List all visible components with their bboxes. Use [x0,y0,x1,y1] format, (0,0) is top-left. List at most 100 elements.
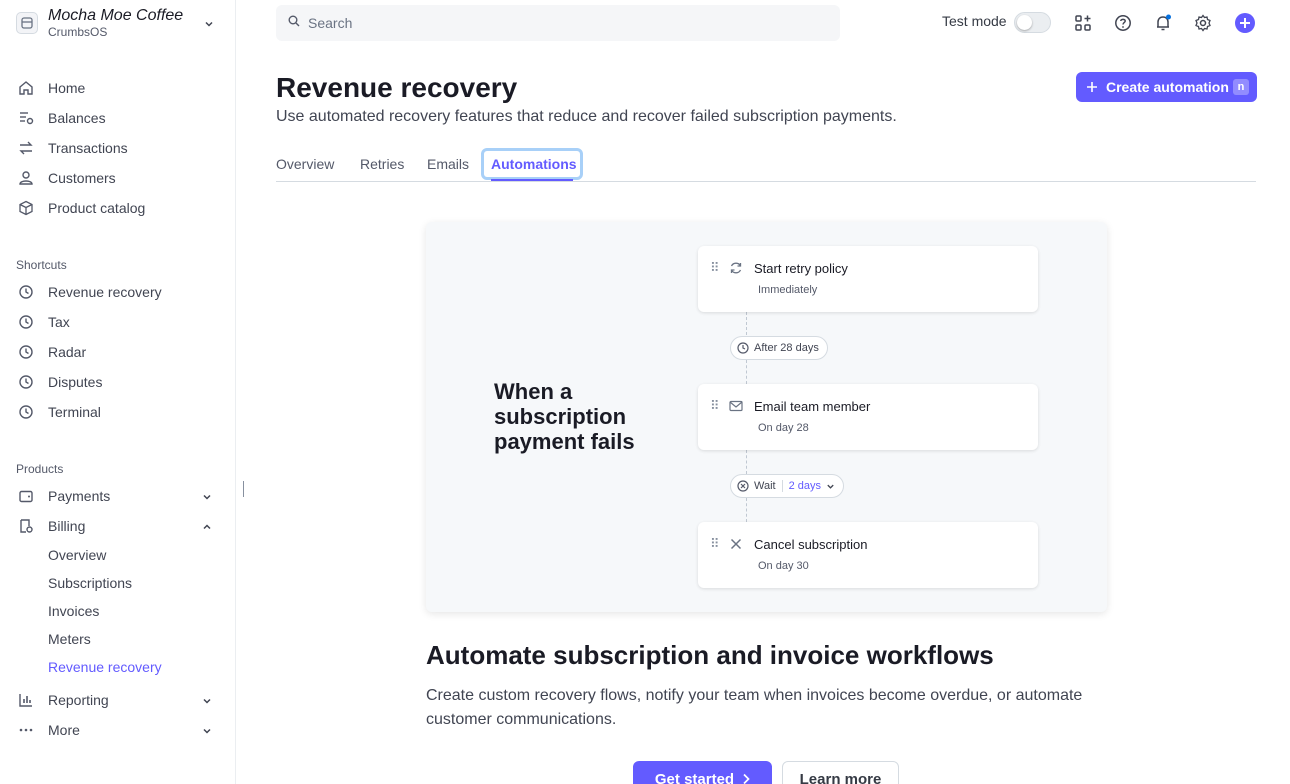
tab-bar: Overview Retries Emails Automations [276,148,1256,182]
automation-illustration: When a subscription payment fails ⠿ Star… [426,222,1107,612]
arrows-icon [16,138,36,158]
nav-transactions-label: Transactions [48,140,128,156]
flow-connector [746,360,747,384]
nav-transactions[interactable]: Transactions [16,134,220,162]
gear-icon[interactable] [1193,13,1213,33]
shortcut-radar[interactable]: Radar [16,338,220,366]
search-input[interactable] [308,15,808,31]
chevron-down-icon [202,489,212,505]
nav-customers[interactable]: Customers [16,164,220,192]
refresh-icon [728,260,744,276]
person-icon [16,168,36,188]
chevron-down-icon [826,482,835,491]
products-heading: Products [16,462,64,476]
nav-payments[interactable]: Payments [16,482,220,510]
step-card-cancel: ⠿ Cancel subscription On day 30 [698,522,1038,588]
account-switcher[interactable]: Mocha Moe Coffee CrumbsOS [16,4,220,42]
home-icon [16,78,36,98]
account-name: Mocha Moe Coffee [48,7,184,24]
tab-retries[interactable]: Retries [360,148,404,180]
search-bar[interactable] [276,5,840,41]
step-title: Cancel subscription [754,537,868,552]
billing-invoices[interactable]: Invoices [48,599,99,623]
nav-more-label: More [48,722,80,738]
shortcut-label: Disputes [48,374,103,390]
clock-icon [16,372,36,392]
step-title: Email team member [754,399,871,414]
flow-connector [746,450,747,474]
test-mode-label: Test mode [942,13,1007,29]
create-automation-button[interactable]: Create automation n [1076,72,1257,102]
wait-label: Wait [754,480,776,492]
shortcut-label: Tax [48,314,70,330]
tab-emails[interactable]: Emails [427,148,469,180]
drag-handle-icon: ⠿ [710,536,719,551]
keyboard-shortcut-hint: n [1233,79,1249,95]
nav-balances-label: Balances [48,110,106,126]
shortcut-label: Radar [48,344,87,360]
store-icon [16,12,38,34]
billing-revenue-recovery[interactable]: Revenue recovery [48,655,162,679]
pill-divider [781,480,783,492]
shortcut-label: Terminal [48,404,101,420]
topbar: Test mode [276,5,1264,41]
get-started-label: Get started [654,770,735,784]
wait-value: 2 days [788,480,822,492]
sidebar-resize-handle[interactable] [243,481,244,497]
create-automation-label: Create automation [1106,79,1229,95]
wallet-icon [16,486,36,506]
step-timing: Immediately [758,284,818,296]
learn-more-button[interactable]: Learn more [782,761,899,784]
shortcut-label: Revenue recovery [48,284,162,300]
shortcuts-heading: Shortcuts [16,258,67,272]
shortcut-terminal[interactable]: Terminal [16,398,220,426]
apps-icon[interactable] [1073,13,1093,33]
sidebar: Mocha Moe Coffee CrumbsOS Home Balances … [0,0,236,784]
step-card-retry: ⠿ Start retry policy Immediately [698,246,1038,312]
shortcut-tax[interactable]: Tax [16,308,220,336]
balances-icon [16,108,36,128]
nav-reporting[interactable]: Reporting [16,686,220,714]
tab-automations[interactable]: Automations [491,148,577,180]
clock-icon [16,282,36,302]
nav-more[interactable]: More [16,716,220,744]
get-started-button[interactable]: Get started [633,761,772,784]
box-icon [16,198,36,218]
nav-home-label: Home [48,80,86,96]
chevron-down-icon [202,693,212,709]
page-title: Revenue recovery [276,72,518,103]
create-new-icon[interactable] [1235,13,1255,33]
billing-overview[interactable]: Overview [48,543,106,567]
shortcut-disputes[interactable]: Disputes [16,368,220,396]
billing-icon [16,516,36,536]
chevron-right-icon [742,773,750,784]
clock-icon [16,312,36,332]
step-card-email: ⠿ Email team member On day 28 [698,384,1038,450]
tab-overview[interactable]: Overview [276,148,334,180]
nav-product-catalog[interactable]: Product catalog [16,194,220,222]
delay-badge: After 28 days [730,336,828,360]
cancel-circle-icon [737,480,749,492]
clock-icon [16,342,36,362]
bell-icon[interactable] [1153,13,1173,33]
billing-meters[interactable]: Meters [48,627,91,651]
test-mode-toggle[interactable] [1014,12,1051,33]
active-tab-indicator [491,179,573,181]
promo-body: Create custom recovery flows, notify you… [426,687,1083,728]
bar-chart-icon [16,690,36,710]
promo-title: Automate subscription and invoice workfl… [426,640,994,670]
nav-billing[interactable]: Billing [16,512,220,540]
nav-payments-label: Payments [48,488,111,504]
wait-selector[interactable]: Wait 2 days [730,474,845,498]
mail-icon [728,398,744,414]
clock-icon [16,402,36,422]
nav-balances[interactable]: Balances [16,104,220,132]
help-icon[interactable] [1113,13,1133,33]
plus-icon [1086,81,1098,93]
nav-product-catalog-label: Product catalog [48,200,146,216]
billing-subscriptions[interactable]: Subscriptions [48,571,132,595]
nav-home[interactable]: Home [16,74,220,102]
shortcut-revenue-recovery[interactable]: Revenue recovery [16,278,220,306]
illustration-heading: When a subscription payment fails [494,379,635,454]
clock-icon [737,342,749,354]
